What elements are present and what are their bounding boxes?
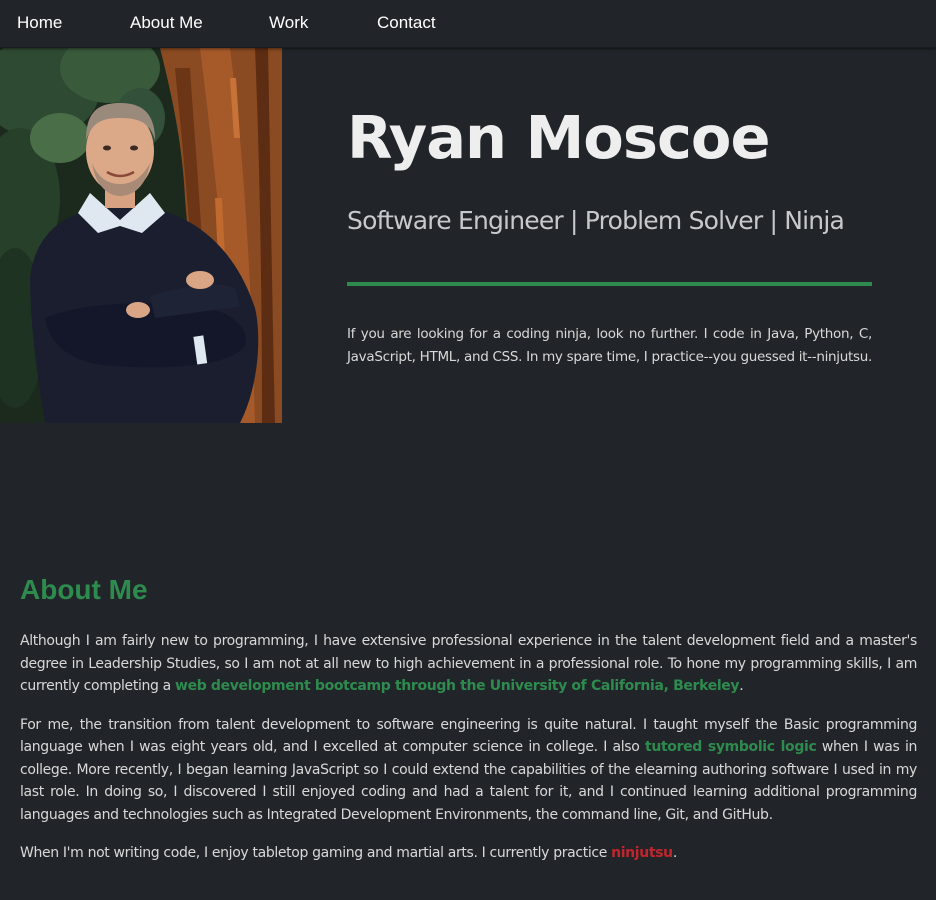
top-nav: Home About Me Work Contact (0, 0, 936, 48)
nav-about-link[interactable]: About Me (130, 13, 203, 33)
about-section-body: Although I am fairly new to programming,… (20, 630, 917, 881)
hero-name: Ryan Moscoe (347, 103, 770, 172)
about-paragraph-3: When I'm not writing code, I enjoy table… (20, 842, 917, 865)
hero-subtitle: Software Engineer | Problem Solver | Nin… (347, 206, 845, 235)
ninjutsu-link[interactable]: ninjutsu (611, 845, 673, 861)
about-paragraph-1-end: . (739, 678, 744, 694)
profile-photo (0, 48, 282, 423)
about-paragraph-3-text: When I'm not writing code, I enjoy table… (20, 845, 612, 861)
about-paragraph-2: For me, the transition from talent devel… (20, 714, 917, 827)
symbolic-logic-link[interactable]: tutored symbolic logic (645, 739, 817, 755)
bootcamp-link[interactable]: web development bootcamp through the Uni… (175, 678, 740, 694)
about-paragraph-3-end: . (672, 845, 677, 861)
nav-work-link[interactable]: Work (269, 13, 308, 33)
nav-contact-link[interactable]: Contact (377, 13, 436, 33)
about-section-title: About Me (20, 574, 148, 605)
hero-divider (347, 282, 872, 286)
hero-blurb: If you are looking for a coding ninja, l… (347, 326, 872, 365)
about-paragraph-1: Although I am fairly new to programming,… (20, 630, 917, 698)
nav-home-link[interactable]: Home (17, 13, 62, 33)
